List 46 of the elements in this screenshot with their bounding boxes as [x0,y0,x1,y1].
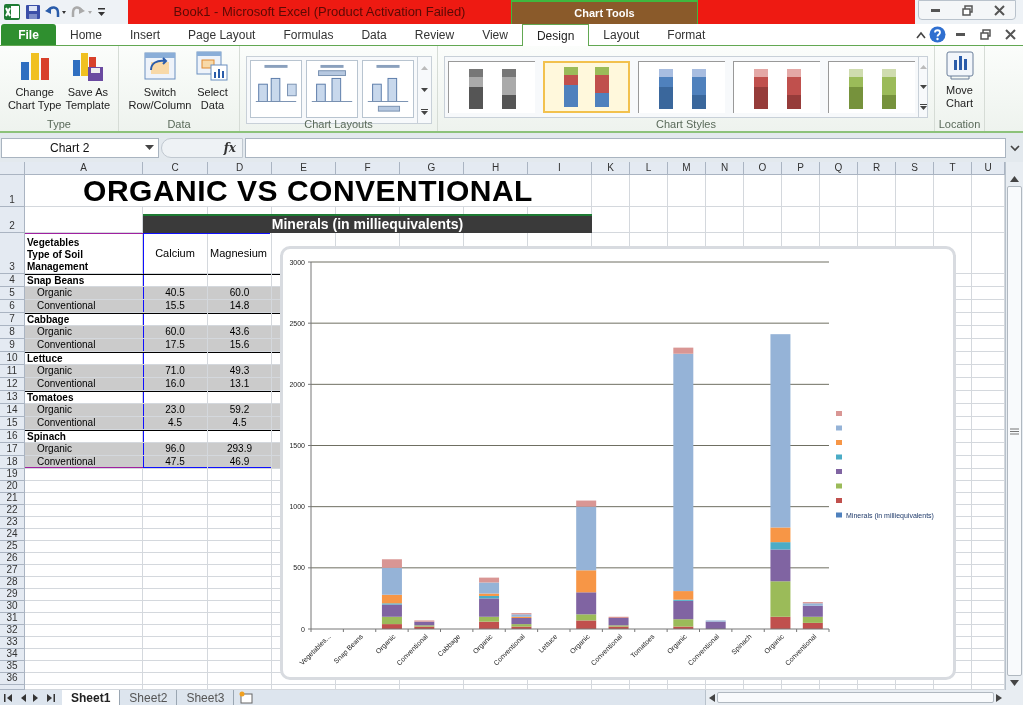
header-cell: Magnesium [207,233,270,274]
table-cell: 13.1 [208,378,271,390]
table-cell: 47.5 [143,456,207,468]
group-label-cell: Snap Beans [25,274,143,286]
section-header: Minerals (in milliequivalents) [143,214,592,233]
group-label: Chart Styles [655,118,717,131]
table-cell: Conventional [25,417,143,429]
table-cell: 17.5 [143,339,207,351]
table-cell: Conventional [25,300,143,312]
group-label: Type [46,118,72,131]
window-title: Book1 - Microsoft Excel (Product Activation Failed) [173,3,466,22]
table-cell: 43.6 [208,326,271,338]
group-label: Data [166,118,192,131]
table-cell: 60.0 [143,326,207,338]
group-label: Chart Layouts [303,118,374,131]
table-cell: 4.5 [208,417,271,429]
table-cell: 71.0 [143,365,207,377]
group-label-cell: Lettuce [25,352,143,364]
table-cell: Organic [25,443,143,455]
table-cell: Organic [25,326,143,338]
context-group-label: Chart Tools [574,5,635,21]
table-cell: 14.8 [208,300,271,312]
table-cell: 15.6 [208,339,271,351]
table-cell: Conventional [25,378,143,390]
table-cell: 49.3 [208,365,271,377]
table-cell: Organic [25,287,143,299]
table-cell: 96.0 [143,443,207,455]
table-cell: Organic [25,365,143,377]
group-label-cell: Spinach [25,430,143,442]
group-label: Location [937,118,982,131]
table-cell: 4.5 [143,417,207,429]
table-cell: 23.0 [143,404,207,416]
header-cell: Vegetables Type of Soil Management [25,233,143,274]
table-cell: 40.5 [143,287,207,299]
table-cell: 46.9 [208,456,271,468]
table-cell: Organic [25,404,143,416]
table-cell: 60.0 [208,287,271,299]
table-cell: 16.0 [143,378,207,390]
table-cell: 293.9 [208,443,271,455]
table-cell: 59.2 [208,404,271,416]
group-label-cell: Cabbage [25,313,143,325]
table-cell: Conventional [25,456,143,468]
table-cell: 15.5 [143,300,207,312]
table-cell: Conventional [25,339,143,351]
group-label-cell: Tomatoes [25,391,143,403]
header-cell: Calcium [143,233,207,274]
